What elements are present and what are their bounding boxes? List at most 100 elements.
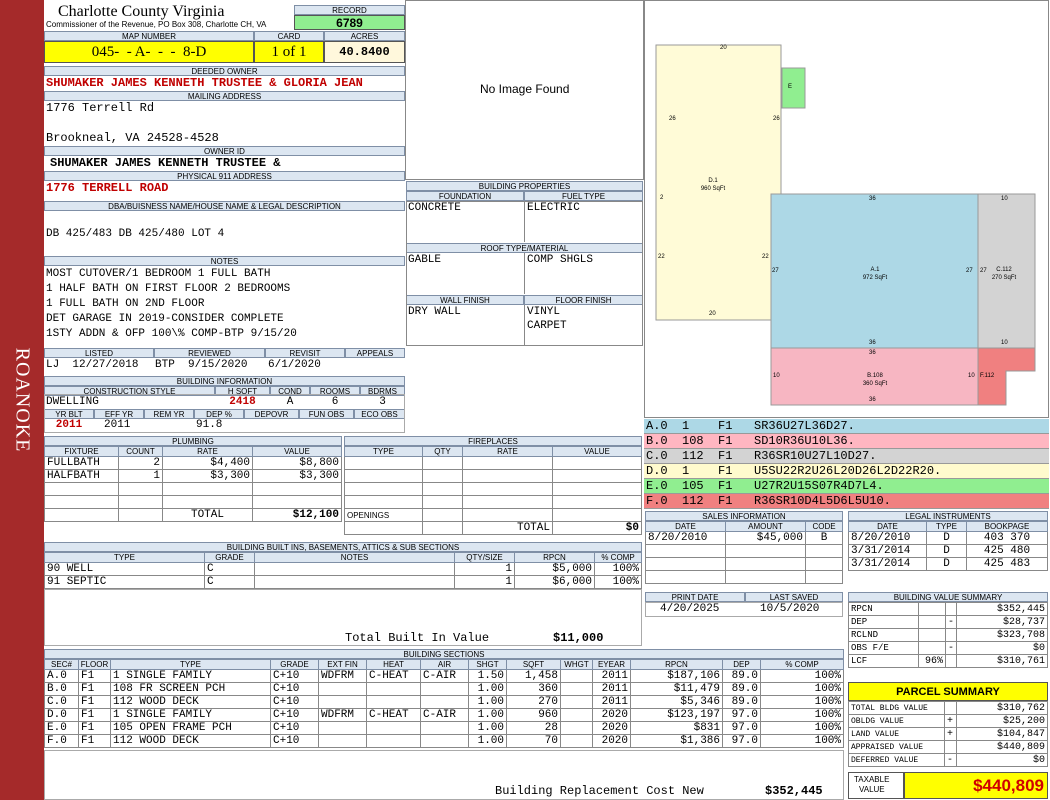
builtin-comp: 100% xyxy=(594,575,642,589)
builtin-col: TYPE xyxy=(44,552,205,563)
county-sidebar: ROANOKE xyxy=(0,0,44,800)
grade: C+10 xyxy=(270,695,319,709)
cell xyxy=(422,521,463,535)
building-sketch xyxy=(655,44,1036,406)
notes-line: 1 FULL BATH ON 2ND FLOOR xyxy=(46,298,205,310)
sketch-label-c: C.112 xyxy=(996,267,1012,273)
fuel-type-label: FUEL TYPE xyxy=(524,191,643,201)
sketch-code: C.0 112 F1 R36SR10U27L10D27. xyxy=(646,449,877,463)
bvs-sign: - xyxy=(944,641,958,655)
sec-no: A.0 xyxy=(44,669,79,683)
cell xyxy=(344,495,423,509)
notes-line: 1STY ADDN & OFP 100\% COMP-BTP 9/15/20 xyxy=(46,328,297,340)
last-saved-label: LAST SAVED xyxy=(745,592,843,602)
bvs-value: $310,761 xyxy=(956,654,1048,668)
cell xyxy=(805,557,843,571)
shgt: 1.00 xyxy=(468,682,507,696)
cell xyxy=(44,508,119,522)
dim: 27 xyxy=(966,268,973,274)
cell xyxy=(805,544,843,558)
acres-value: 40.8400 xyxy=(324,41,405,63)
sqft: 1,458 xyxy=(506,669,561,683)
floor: F1 xyxy=(78,734,111,748)
ext-fin xyxy=(318,721,367,735)
grade: C+10 xyxy=(270,708,319,722)
physical-address: 1776 TERRELL ROAD xyxy=(46,181,169,195)
whgt xyxy=(560,669,593,683)
ext-fin: WDFRM xyxy=(318,669,367,683)
divider xyxy=(524,305,525,346)
notes-line: DET GARAGE IN 2019-CONSIDER COMPLETE xyxy=(46,313,284,325)
parcel-sign xyxy=(944,740,957,754)
floor: F1 xyxy=(78,721,111,735)
cell xyxy=(462,482,553,496)
comp: 100% xyxy=(760,682,844,696)
table-row: TOTAL BLDG VALUE $310,762 xyxy=(848,701,1048,715)
dim: 36 xyxy=(869,196,876,202)
table-row: LAND VALUE + $104,847 xyxy=(848,727,1048,741)
building-information-label: BUILDING INFORMATION xyxy=(44,376,405,386)
table-row: A.0 F1 1 SINGLE FAMILY C+10 WDFRM C-HEAT C-AIR… xyxy=(44,669,844,683)
cell xyxy=(44,482,119,496)
builtin-type: 90 WELL xyxy=(44,562,205,576)
air: C-AIR xyxy=(420,708,469,722)
rpcn: $187,106 xyxy=(630,669,723,683)
parcel-label: OBLDG VALUE xyxy=(848,714,945,728)
fireplaces-table: TYPE QTY RATE VALUE OPENINGS TOTAL $0 xyxy=(344,446,642,535)
bvs-value: $0 xyxy=(956,641,1048,655)
building-sections-table: SEC# FLOOR TYPE GRADE EXT FIN HEAT AIR S… xyxy=(44,659,844,748)
cell xyxy=(422,495,463,509)
table-row: OBLDG VALUE + $25,200 xyxy=(848,714,1048,728)
table-row: LCF 96% $310,761 xyxy=(848,654,1048,668)
sketch-code-row: E.0 105 F1 U27R2U15S07R4D7L4. xyxy=(644,479,1049,494)
table-row: F.0 F1 112 WOOD DECK C+10 1.00 70 2020 $1,386 97… xyxy=(44,734,844,748)
type: 1 SINGLE FAMILY xyxy=(110,669,271,683)
sections-col: GRADE xyxy=(270,659,319,670)
sections-col: DEP xyxy=(722,659,761,670)
replacement-cost-label: Building Replacement Cost New xyxy=(495,784,704,798)
reviewed-label: REVIEWED xyxy=(154,348,265,358)
parcel-value: $104,847 xyxy=(956,727,1048,741)
fireplaces-total: $0 xyxy=(552,521,642,535)
bvs-value: $352,445 xyxy=(956,602,1048,616)
sections-col: TYPE xyxy=(110,659,271,670)
cell xyxy=(725,570,806,584)
reviewed-value: BTP 9/15/2020 xyxy=(155,359,248,371)
rate: $3,300 xyxy=(162,469,253,483)
eyear: 2020 xyxy=(592,721,631,735)
sections-col: AIR xyxy=(420,659,469,670)
table-row: E.0 F1 105 OPEN FRAME PCH C+10 1.00 28 2020 $83… xyxy=(44,721,844,735)
parcel-value: $0 xyxy=(956,753,1048,767)
sections-col: FLOOR xyxy=(78,659,111,670)
cell xyxy=(462,495,553,509)
cell xyxy=(645,544,726,558)
comp: 100% xyxy=(760,721,844,735)
dim: 2 xyxy=(660,195,664,201)
sales-col: CODE xyxy=(805,521,843,532)
legal-col: BOOKPAGE xyxy=(966,521,1048,532)
sketch-code: B.0 108 F1 SD10R36U10L36. xyxy=(646,434,855,448)
sketch-sqft-a: 972 SqFt xyxy=(862,275,888,281)
fireplaces-label: FIREPLACES xyxy=(344,436,642,446)
type: 105 OPEN FRAME PCH xyxy=(110,721,271,735)
dim: 27 xyxy=(772,268,779,274)
cell xyxy=(645,557,726,571)
parcel-summary-label: PARCEL SUMMARY xyxy=(848,682,1048,701)
legal-type: D xyxy=(926,531,967,545)
cell xyxy=(252,495,342,509)
dim: 22 xyxy=(658,254,665,260)
legal-instruments-label: LEGAL INSTRUMENTS xyxy=(848,511,1048,521)
table-row: 3/31/2014 D 425 483 xyxy=(848,557,1048,571)
dim: 10 xyxy=(1001,196,1008,202)
commissioner-address: Commissioner of the Revenue, PO Box 308,… xyxy=(46,20,267,29)
builtin-qty: 1 xyxy=(454,562,515,576)
photo-placeholder: No Image Found xyxy=(480,82,570,96)
cell xyxy=(118,482,163,496)
builtin-col: QTY/SIZE xyxy=(454,552,515,563)
grade: C+10 xyxy=(270,721,319,735)
owner-id: SHUMAKER JAMES KENNETH TRUSTEE & xyxy=(50,156,281,170)
county-title: Charlotte County Virginia xyxy=(58,3,225,20)
cell xyxy=(422,469,463,483)
dim: 22 xyxy=(762,254,769,260)
sketch-code-row: A.0 1 F1 SR36U27L36D27. xyxy=(644,419,1049,434)
